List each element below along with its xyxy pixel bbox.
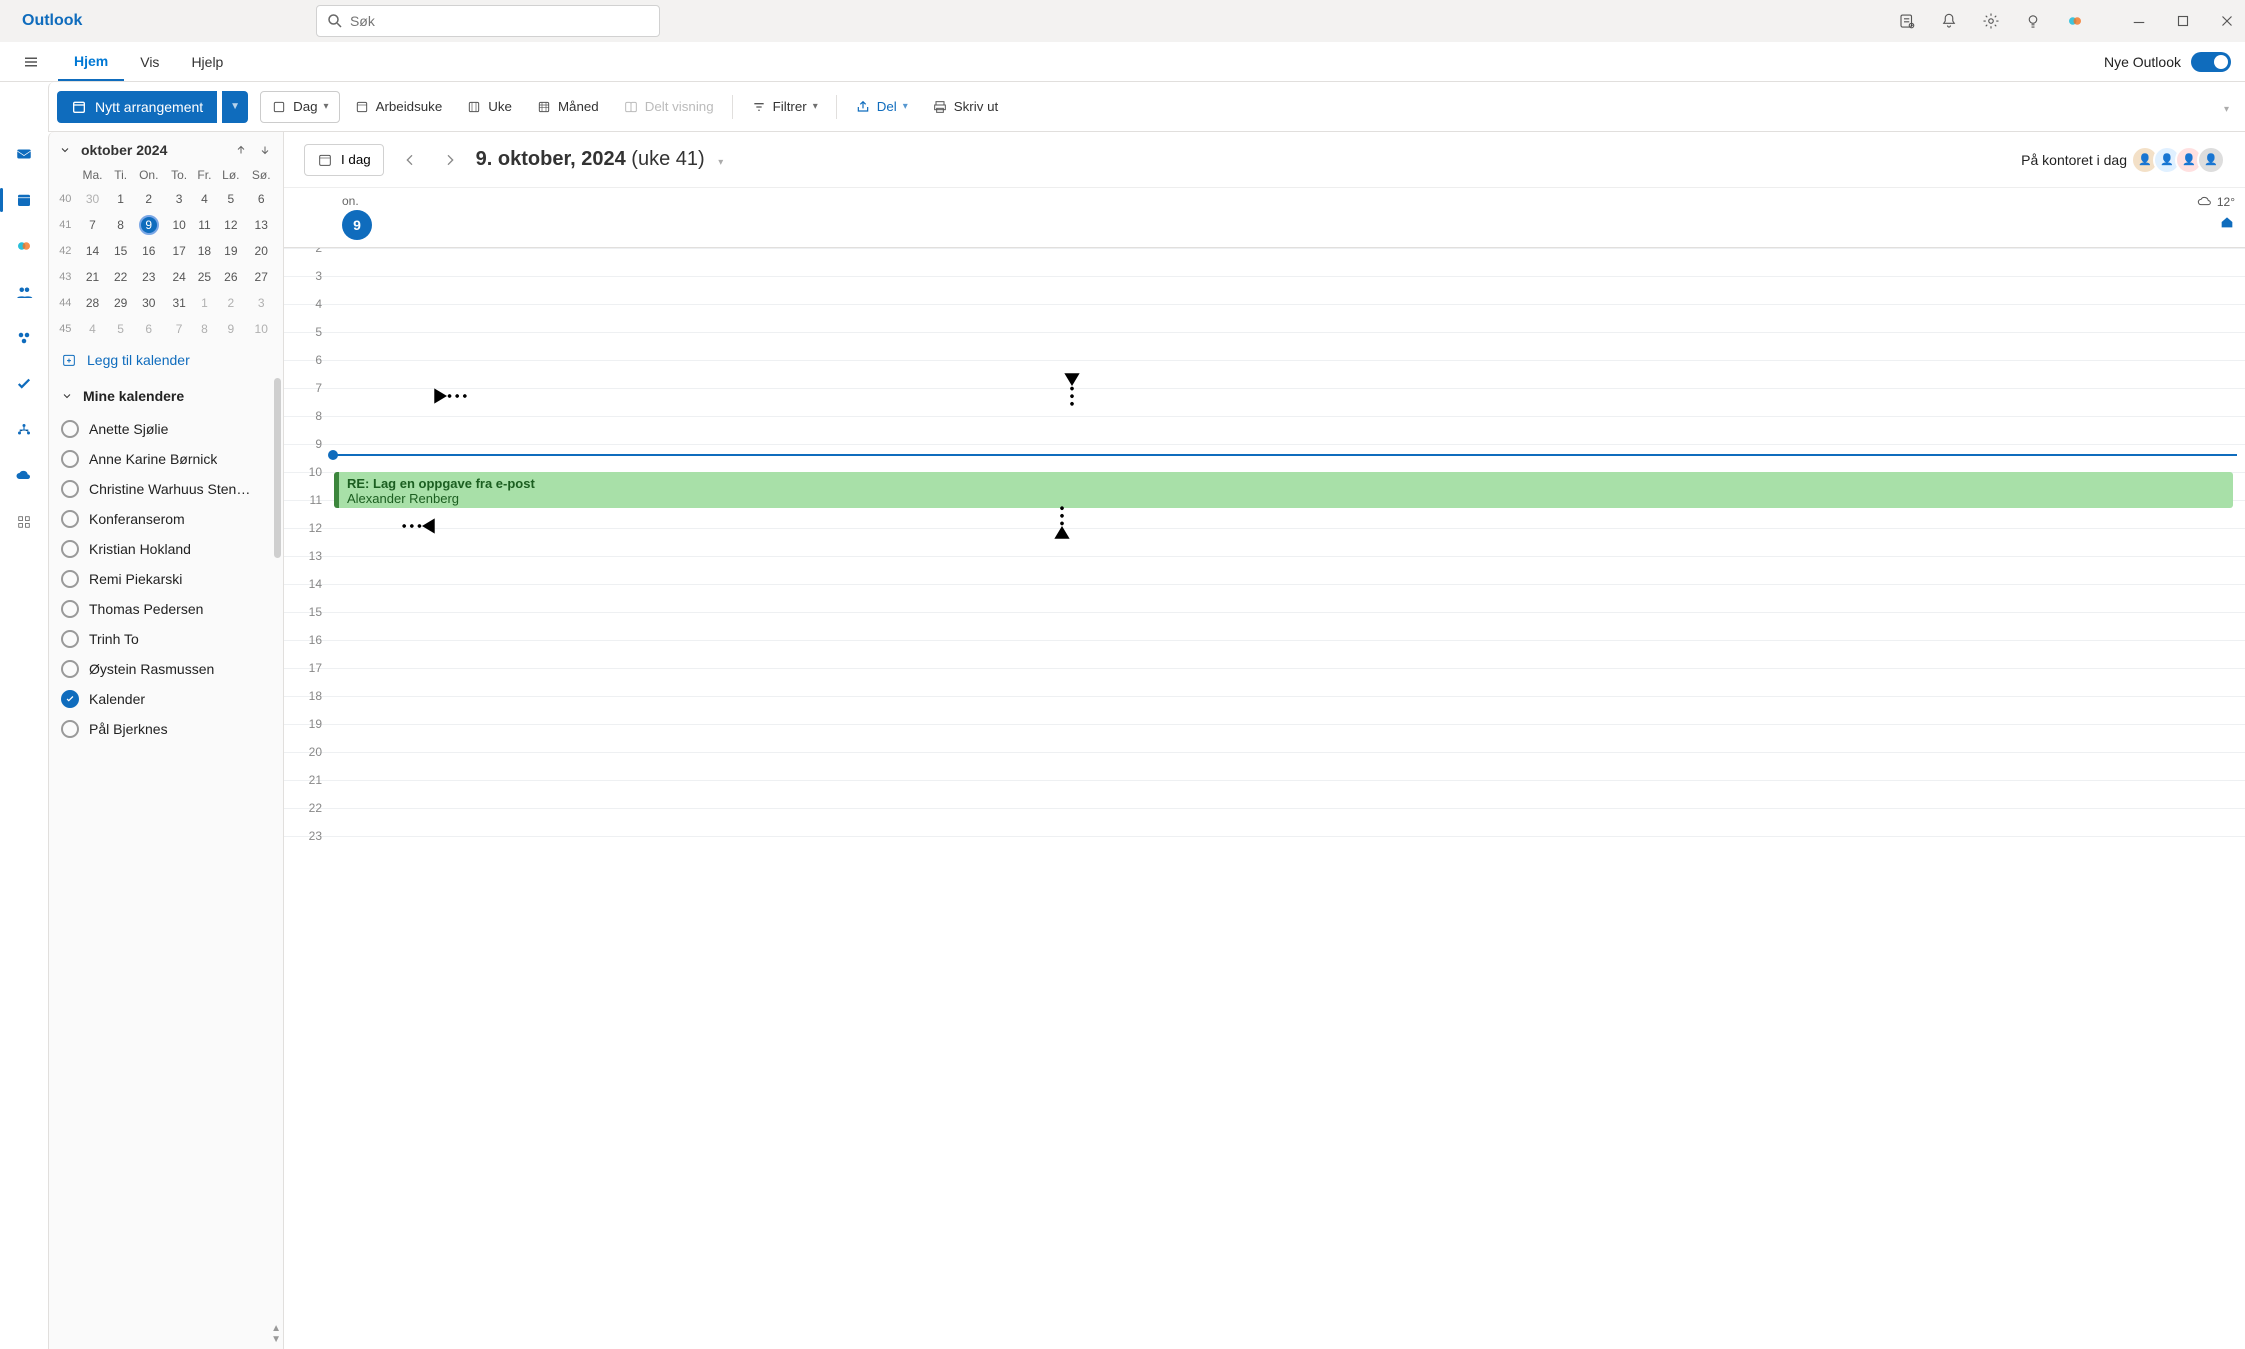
day-badge[interactable]: on. 9 [342, 194, 372, 241]
next-day-icon[interactable] [436, 146, 464, 174]
weather-widget[interactable]: 12° [2197, 194, 2235, 210]
close-icon[interactable] [2217, 11, 2237, 31]
calendar-icon[interactable] [8, 184, 40, 216]
now-indicator [332, 454, 2237, 456]
avatar-group[interactable]: 👤 👤 👤 👤 [2137, 146, 2225, 174]
tab-vis[interactable]: Vis [124, 42, 175, 81]
prev-month-icon[interactable] [235, 144, 247, 156]
title-bar: Outlook [0, 0, 2245, 42]
maximize-icon[interactable] [2173, 11, 2193, 31]
calendar-item[interactable]: Øystein Rasmussen [49, 654, 283, 684]
copilot-icon[interactable] [2065, 11, 2085, 31]
maned-button[interactable]: Måned [526, 91, 609, 123]
calendar-item[interactable]: Konferanserom [49, 504, 283, 534]
calendar-item[interactable]: Remi Piekarski [49, 564, 283, 594]
calendar-grid[interactable]: 234567891011121314151617181920212223 RE:… [284, 248, 2245, 1349]
office-status: På kontoret i dag [2021, 152, 2127, 168]
org-icon[interactable] [8, 414, 40, 446]
calendar-item[interactable]: Pål Bjerknes [49, 714, 283, 744]
app-name: Outlook [8, 12, 96, 30]
menu-tabs: Hjem Vis Hjelp Nye Outlook [0, 42, 2245, 82]
calendar-item[interactable]: Anette Sjølie [49, 414, 283, 444]
calendar-item[interactable]: Kalender [49, 684, 283, 714]
today-button[interactable]: I dag [304, 144, 384, 176]
tab-hjem[interactable]: Hjem [58, 42, 124, 81]
nye-outlook-toggle[interactable] [2191, 52, 2231, 72]
ribbon-expand-icon[interactable]: ▾ [2224, 104, 2229, 115]
calendar-item[interactable]: Thomas Pedersen [49, 594, 283, 624]
nye-outlook-label: Nye Outlook [2104, 54, 2181, 70]
sidebar: oktober 2024 Ma.Ti.On.To.Fr.Lø.Sø.403012… [48, 132, 284, 1349]
new-event-dropdown[interactable]: ▼ [222, 91, 248, 123]
nav-rail [0, 132, 48, 1349]
del-button[interactable]: Del ▾ [845, 91, 918, 123]
day-header: on. 9 12° [284, 188, 2245, 248]
month-expand-icon[interactable] [59, 144, 71, 156]
mail-icon[interactable] [8, 138, 40, 170]
search-box[interactable] [316, 5, 660, 37]
people-icon[interactable] [8, 276, 40, 308]
delt-visning-button: Delt visning [613, 91, 724, 123]
search-icon [325, 11, 344, 31]
calendar-item[interactable]: Trinh To [49, 624, 283, 654]
bell-icon[interactable] [1939, 11, 1959, 31]
arbeidsuke-button[interactable]: Arbeidsuke [344, 91, 453, 123]
uke-button[interactable]: Uke [456, 91, 522, 123]
ribbon: Nytt arrangement ▼ Dag ▾ Arbeidsuke Uke … [48, 82, 2245, 132]
copilot-nav-icon[interactable] [8, 230, 40, 262]
sidebar-scrollbar[interactable] [274, 378, 281, 558]
groups-icon[interactable] [8, 322, 40, 354]
apps-icon[interactable] [8, 506, 40, 538]
month-label[interactable]: oktober 2024 [81, 142, 167, 158]
todo-icon[interactable] [8, 368, 40, 400]
calendar-event[interactable]: RE: Lag en oppgave fra e-post Alexander … [334, 472, 2233, 508]
bulb-icon[interactable] [2023, 11, 2043, 31]
new-event-button[interactable]: Nytt arrangement [57, 91, 217, 123]
add-calendar-link[interactable]: Legg til kalender [49, 342, 283, 378]
calendar-item[interactable]: Christine Warhuus Sten… [49, 474, 283, 504]
filter-button[interactable]: Filtrer ▾ [741, 91, 828, 123]
mini-calendar[interactable]: Ma.Ti.On.To.Fr.Lø.Sø.4030123456417891011… [49, 164, 283, 342]
onedrive-icon[interactable] [8, 460, 40, 492]
skriv-ut-button[interactable]: Skriv ut [922, 91, 1008, 123]
home-icon[interactable] [2219, 214, 2235, 230]
calendar-item[interactable]: Kristian Hokland [49, 534, 283, 564]
date-title[interactable]: 9. oktober, 2024 (uke 41) ▾ [476, 148, 724, 171]
list-icon[interactable] [1897, 11, 1917, 31]
gear-icon[interactable] [1981, 11, 2001, 31]
prev-day-icon[interactable] [396, 146, 424, 174]
minimize-icon[interactable] [2129, 11, 2149, 31]
search-input[interactable] [350, 13, 652, 29]
calendar-item[interactable]: Anne Karine Børnick [49, 444, 283, 474]
hamburger-icon[interactable] [10, 53, 52, 71]
dag-button[interactable]: Dag ▾ [260, 91, 339, 123]
my-calendars-header[interactable]: Mine kalendere [49, 378, 283, 414]
tab-hjelp[interactable]: Hjelp [175, 42, 239, 81]
next-month-icon[interactable] [259, 144, 271, 156]
calendar-main: I dag 9. oktober, 2024 (uke 41) ▾ På kon… [284, 132, 2245, 1349]
